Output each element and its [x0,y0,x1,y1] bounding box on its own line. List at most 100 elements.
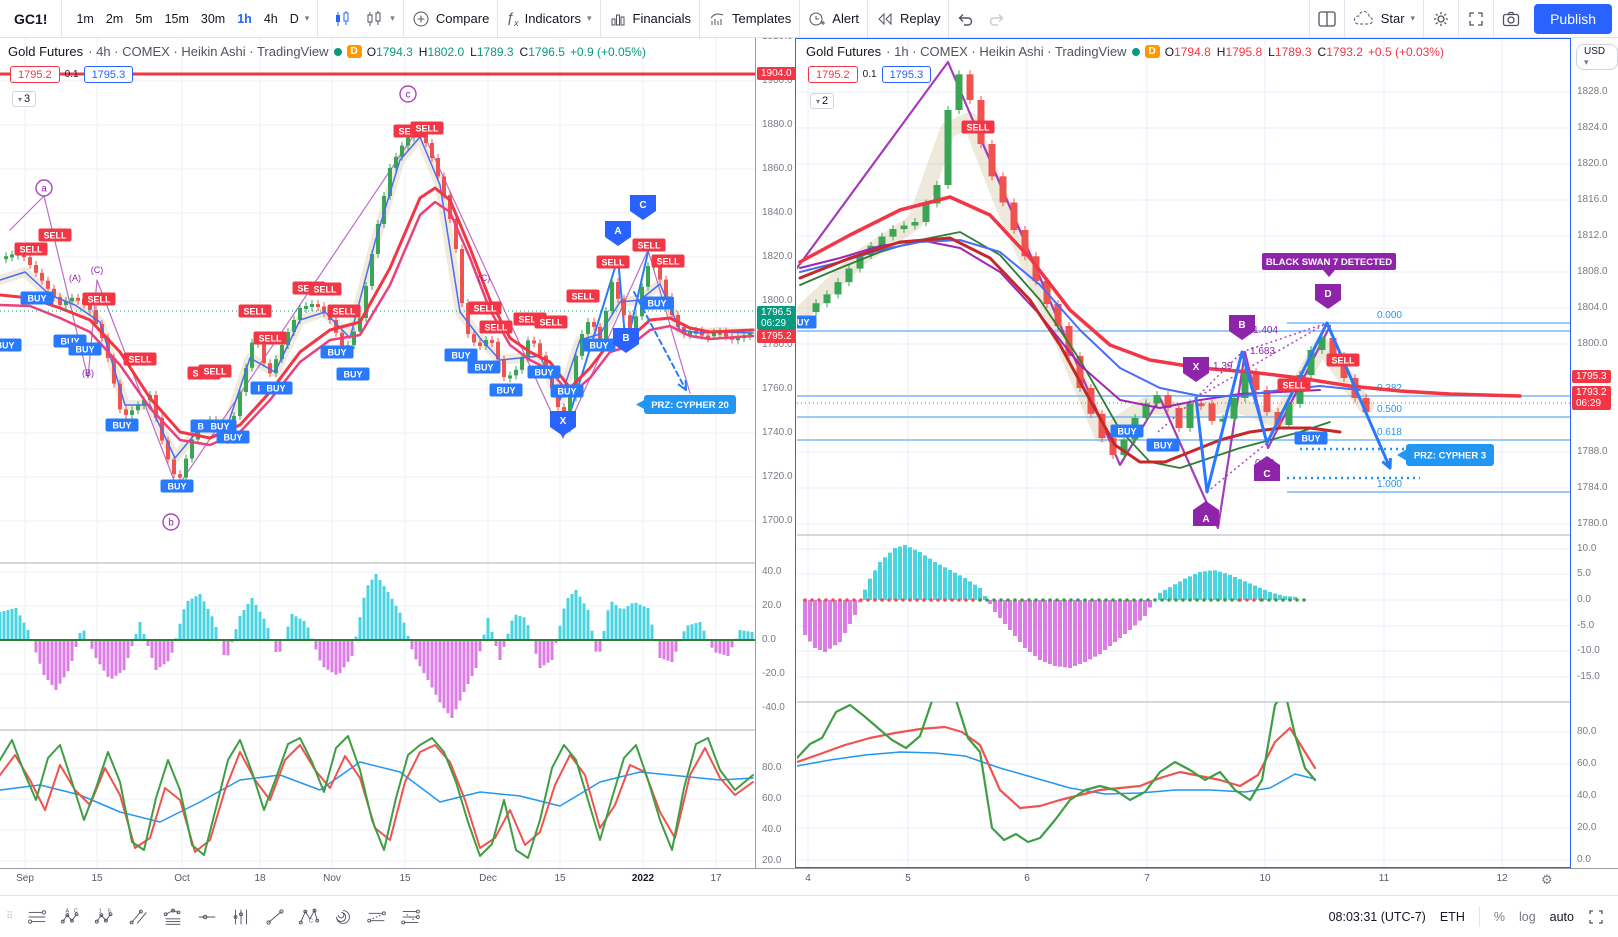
pattern-point-A[interactable]: A [1193,501,1219,526]
chevron-down-icon[interactable]: ▾ [390,13,395,24]
timeframe-2m[interactable]: 2m [100,8,129,30]
time-axis-label: 4 [805,873,811,884]
pattern-point-A[interactable]: A [605,221,631,246]
price-tick: 20.0 [762,600,782,611]
camera-icon [1502,11,1520,26]
xabcd-pattern-tool[interactable]: C [292,901,326,933]
screenshot-button[interactable] [1494,5,1528,33]
left-ohlc-values: O1794.3 H1802.0 L1789.3 C1796.5 [366,44,565,59]
vertical-lines-tool[interactable] [224,901,258,933]
publish-button[interactable]: Publish [1534,3,1612,34]
save-layout-button[interactable]: Star ▾ [1345,7,1423,31]
pattern-point-X[interactable]: X [1183,357,1209,382]
pattern-point-X[interactable]: X [550,411,576,436]
financials-button[interactable]: Financials [601,6,700,32]
svg-text:1.000: 1.000 [1377,479,1402,490]
time-axis-label: 15 [399,873,411,884]
auto-scale-toggle[interactable]: auto [1550,910,1574,924]
timeframe-d[interactable]: D [284,8,305,30]
svg-text:0.618: 0.618 [1377,427,1402,438]
maximize-icon[interactable] [1588,909,1604,925]
pattern-point-B[interactable]: B [613,328,639,353]
undo-button[interactable] [949,7,981,31]
right-collapse-chip[interactable]: ▾ 2 [810,93,835,109]
timeframe-5m[interactable]: 5m [129,8,158,30]
svg-text:1.404: 1.404 [1253,325,1278,336]
left-price-axis[interactable]: 1920.01900.01880.01860.01840.01820.01800… [756,31,796,868]
pattern-point-B[interactable]: B [1229,315,1255,340]
price-tick: 1820.0 [762,251,793,262]
settings-button[interactable] [1424,5,1458,33]
symbol-name[interactable]: GC1! [0,11,61,27]
percent-scale-toggle[interactable]: % [1494,910,1505,924]
right-chart-title: Gold Futures [806,44,882,59]
buy-tag: BUY [0,338,22,352]
price-tick: 80.0 [762,762,782,773]
indicators-button[interactable]: ƒx Indicators ▾ [498,5,599,32]
timeframe-4h[interactable]: 4h [258,8,284,30]
daily-badge: D [346,45,362,58]
candles-style-icon[interactable] [326,6,358,32]
buy-tag: BUY [216,430,250,444]
trend-line-tool[interactable] [258,901,292,933]
svg-text:SELL: SELL [332,307,356,317]
compare-button[interactable]: Compare [404,6,497,32]
trend-lines-tool[interactable] [122,901,156,933]
time-axis-label: Sep [16,873,34,884]
svg-text:(A): (A) [69,273,81,283]
abcd-pattern-tool[interactable]: AC [54,901,88,933]
horizontal-ray-tool[interactable] [190,901,224,933]
left-histogram-pane [0,574,755,718]
redo-button[interactable] [981,7,1013,31]
session-toggle[interactable]: ETH [1440,910,1465,924]
parallel-channel-tool[interactable] [360,901,394,933]
right-chart-legend[interactable]: Gold Futures · 1h · COMEX · Heikin Ashi … [806,44,1444,59]
timeframe-30m[interactable]: 30m [195,8,231,30]
right-price-axis[interactable]: USD ▾ 1828.0 1824.0 1820.0 1816.0 1812.0 1808… [1571,38,1618,868]
cycle-lines-tool[interactable] [326,901,360,933]
grid [0,36,1618,868]
pattern-point-C[interactable]: C [1254,456,1280,481]
polyline-tool[interactable] [156,901,190,933]
left-sell-quote[interactable]: 1795.2 [10,66,60,83]
right-buy-quote[interactable]: 1795.3 [881,66,932,83]
log-scale-toggle[interactable]: log [1519,910,1536,924]
pattern-point-C[interactable]: C [630,195,656,220]
chart-style-icon[interactable] [358,6,390,32]
left-buy-quote[interactable]: 1795.3 [83,66,134,83]
sell-tag: SELL [1277,378,1311,392]
sell-tag: SELL [513,312,547,326]
clock[interactable]: 08:03:31 (UTC-7) [1329,910,1426,924]
timeframe-1h[interactable]: 1h [231,8,258,30]
left-collapse-chip[interactable]: ▾ 3 [12,91,37,107]
sell-tag: SELL [123,352,157,366]
price-tick: 1700.0 [762,515,793,526]
price-tick: 20.0 [1577,822,1597,833]
timeframe-1m[interactable]: 1m [70,8,99,30]
pattern-point-D[interactable]: D [1315,284,1341,309]
chevron-down-icon[interactable]: ▾ [305,13,310,24]
alert-button[interactable]: Alert [800,6,867,32]
horizontal-lines-tool[interactable] [20,901,54,933]
svg-text:SELL: SELL [1331,356,1355,366]
templates-button[interactable]: Templates [700,6,799,32]
replay-button[interactable]: Replay [868,6,948,32]
time-axis-gear-icon[interactable]: ⚙ [1541,872,1553,888]
right-sell-quote[interactable]: 1795.2 [808,66,858,83]
svg-text:SELL: SELL [571,292,595,302]
buy-tag: BUY [550,384,584,398]
layout-button[interactable] [1310,5,1344,33]
currency-chip[interactable]: USD ▾ [1576,44,1618,70]
svg-text:BUY: BUY [534,368,553,378]
right-quote-row: 1795.2 0.1 1795.3 [808,66,932,83]
fullscreen-button[interactable] [1459,5,1493,33]
buy-tag: BUY [527,365,561,379]
elliott-wave-tool[interactable]: 15 [88,901,122,933]
timeframe-15m[interactable]: 15m [159,8,195,30]
svg-text:B: B [1238,320,1245,331]
left-chart-legend[interactable]: Gold Futures · 4h · COMEX · Heikin Ashi … [8,44,646,59]
time-axis-border [0,868,1618,869]
disjoint-channel-tool[interactable] [394,901,428,933]
svg-text:X: X [1193,362,1200,373]
drag-handle[interactable]: ⠿ [0,911,20,922]
